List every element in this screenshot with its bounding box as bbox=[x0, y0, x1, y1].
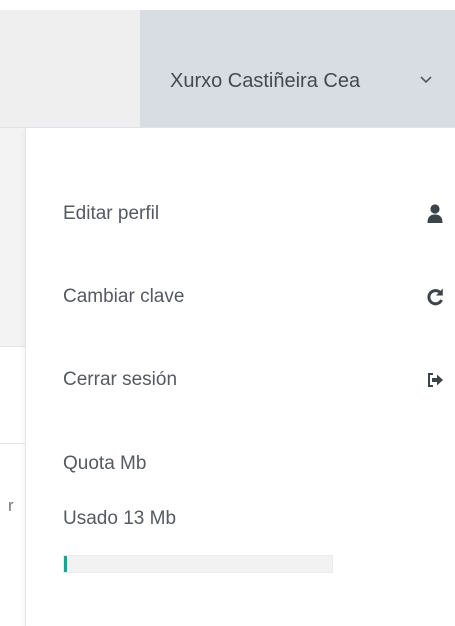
chevron-down-icon bbox=[420, 76, 432, 84]
user-icon bbox=[427, 204, 443, 223]
background-text: r bbox=[8, 496, 14, 515]
menu-item-logout[interactable]: Cerrar sesión bbox=[26, 351, 455, 411]
user-name: Xurxo Castiñeira Cea bbox=[170, 70, 361, 92]
user-menu-toggle[interactable]: Xurxo Castiñeira Cea bbox=[140, 10, 455, 127]
quota-progress-fill bbox=[64, 556, 67, 572]
menu-item-label: Editar perfil bbox=[63, 203, 160, 224]
background-divider bbox=[0, 443, 25, 444]
refresh-icon bbox=[427, 288, 443, 306]
user-dropdown-menu: Editar perfil Cambiar clave Cerrar sesió… bbox=[25, 128, 455, 626]
menu-item-label: Cambiar clave bbox=[63, 286, 185, 307]
menu-item-change-password[interactable]: Cambiar clave bbox=[26, 268, 455, 328]
sign-out-icon bbox=[428, 373, 443, 387]
menu-item-edit-profile[interactable]: Editar perfil bbox=[26, 185, 455, 245]
quota-used-label: Usado 13 Mb bbox=[63, 508, 177, 529]
menu-item-label: Cerrar sesión bbox=[63, 369, 178, 390]
quota-progress-bar bbox=[63, 555, 333, 573]
background-panel bbox=[0, 128, 25, 346]
topbar-left-area bbox=[0, 10, 140, 127]
background-divider bbox=[0, 346, 25, 347]
quota-title: Quota Mb bbox=[63, 453, 147, 474]
